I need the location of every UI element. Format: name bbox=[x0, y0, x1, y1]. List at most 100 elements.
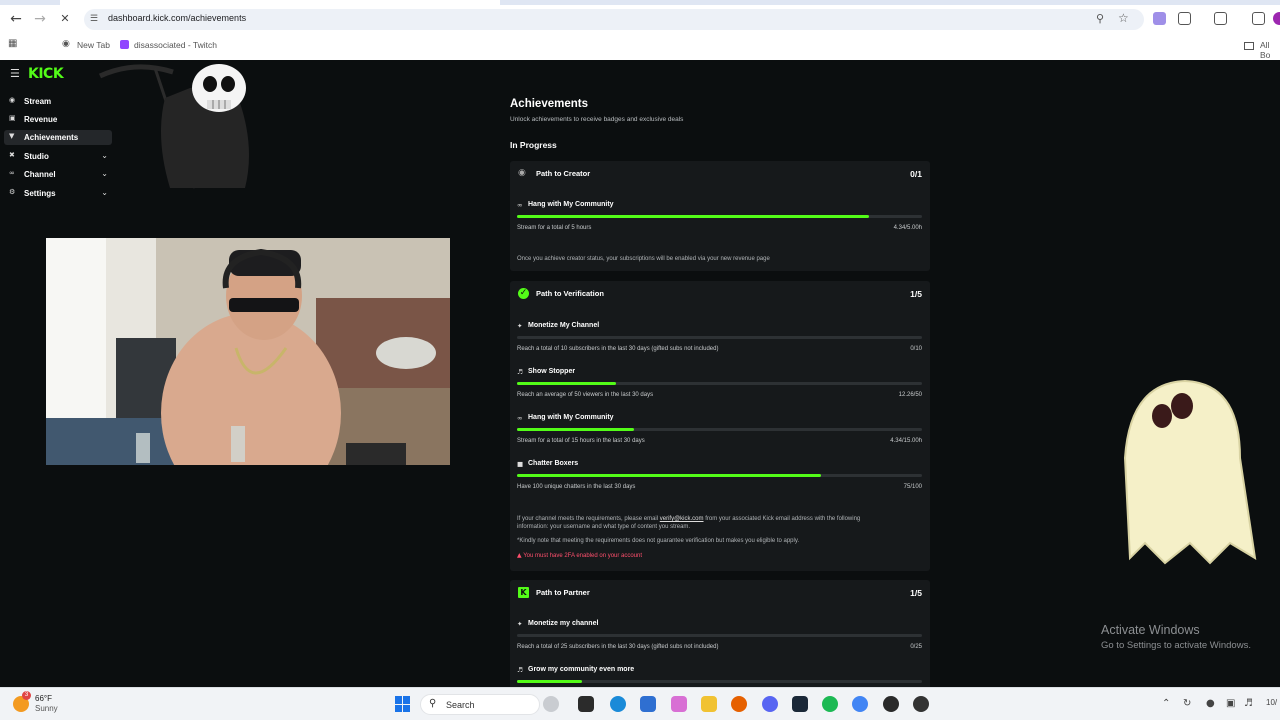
section-label-in-progress: In Progress bbox=[510, 140, 557, 150]
progress-fill bbox=[517, 215, 869, 218]
task-show-stopper: ♬ Show Stopper Reach an average of 50 vi… bbox=[517, 367, 922, 407]
back-icon[interactable]: ← bbox=[8, 11, 24, 27]
progress-track bbox=[517, 680, 922, 683]
task-view-icon[interactable] bbox=[578, 696, 594, 712]
channel-icon: ∞ bbox=[9, 169, 15, 177]
file-explorer-icon[interactable] bbox=[701, 696, 717, 712]
revenue-icon: ▣ bbox=[9, 114, 16, 122]
task-description: Stream for a total of 5 hours bbox=[517, 225, 592, 231]
steam-icon[interactable] bbox=[792, 696, 808, 712]
card-path-to-partner: K Path to Partner 1/5 ✦ Monetize my chan… bbox=[510, 580, 930, 687]
kick-logo[interactable]: KICK bbox=[28, 66, 64, 82]
task-value: 4.34/15.00h bbox=[890, 438, 922, 444]
sparkle-icon: ✦ bbox=[517, 322, 523, 330]
progress-track bbox=[517, 382, 922, 385]
bookmark-star-icon[interactable]: ☆ bbox=[1118, 11, 1129, 25]
verification-note-3: *Kindly note that meeting the requiremen… bbox=[517, 538, 800, 544]
task-hang-with-community: ∞ Hang with My Community Stream for a to… bbox=[517, 200, 922, 240]
progress-track bbox=[517, 428, 922, 431]
task-grow-community: ♬ Grow my community even more bbox=[517, 665, 922, 687]
viewers-icon: ♬ bbox=[517, 666, 523, 674]
sync-icon[interactable]: ↻ bbox=[1183, 698, 1191, 709]
extension-icon[interactable] bbox=[1153, 12, 1166, 25]
bookmark-twitch[interactable]: disassociated - Twitch bbox=[134, 40, 217, 50]
warning-triangle-icon: ▲ bbox=[517, 552, 522, 559]
weather-temperature[interactable]: 66°F bbox=[35, 694, 52, 703]
progress-fill bbox=[517, 474, 821, 477]
forward-icon[interactable]: → bbox=[32, 11, 48, 27]
menu-icon[interactable] bbox=[1252, 12, 1265, 25]
windows-taskbar: 3 66°F Sunny ⚲ Search ⌃ ↻ ● ▣ ♬ 10/ bbox=[0, 687, 1280, 720]
creator-note: Once you achieve creator status, your su… bbox=[517, 256, 770, 262]
watermark-line2: Go to Settings to activate Windows. bbox=[1101, 640, 1251, 651]
tray-chevron-up-icon[interactable]: ⌃ bbox=[1162, 698, 1170, 709]
community-icon: ∞ bbox=[517, 414, 523, 422]
all-bookmarks[interactable]: All Bo bbox=[1260, 40, 1280, 60]
note-text: from your associated Kick email address … bbox=[705, 516, 861, 522]
card-title: Path to Partner bbox=[536, 588, 590, 597]
ghost-overlay bbox=[1123, 379, 1257, 565]
card-header: ◉ Path to Creator 0/1 bbox=[510, 161, 930, 187]
start-button[interactable] bbox=[395, 696, 411, 712]
sidepanel-icon[interactable] bbox=[1214, 12, 1227, 25]
stop-loading-icon[interactable]: ✕ bbox=[57, 11, 73, 27]
trophy-icon: ▼ bbox=[9, 132, 15, 140]
community-icon: ∞ bbox=[517, 201, 523, 209]
task-monetize-channel: ✦ Monetize My Channel Reach a total of 1… bbox=[517, 321, 922, 361]
weather-condition[interactable]: Sunny bbox=[35, 704, 58, 713]
volume-icon[interactable]: ♬ bbox=[1244, 698, 1253, 709]
media-player-icon[interactable] bbox=[883, 696, 899, 712]
obs-icon[interactable] bbox=[913, 696, 929, 712]
clock-date[interactable]: 10/ bbox=[1266, 698, 1277, 707]
progress-track bbox=[517, 336, 922, 339]
task-name: Hang with My Community bbox=[528, 414, 614, 421]
microphone-icon[interactable]: ● bbox=[1206, 698, 1215, 709]
globe-icon: ◉ bbox=[62, 39, 70, 49]
store-icon[interactable] bbox=[640, 696, 656, 712]
edge-icon[interactable] bbox=[610, 696, 626, 712]
copilot-icon[interactable] bbox=[671, 696, 687, 712]
bookmark-new-tab[interactable]: New Tab bbox=[77, 40, 110, 50]
firefox-icon[interactable] bbox=[731, 696, 747, 712]
taskbar-search[interactable]: ⚲ Search bbox=[420, 694, 540, 715]
task-value: 0/25 bbox=[910, 644, 922, 650]
progress-fill bbox=[517, 382, 617, 385]
kick-dashboard: ☰ KICK ◉ Stream ▣ Revenue ▼ Achievements… bbox=[0, 60, 1280, 687]
spotify-icon[interactable] bbox=[822, 696, 838, 712]
progress-track bbox=[517, 474, 922, 477]
chrome-icon[interactable] bbox=[852, 696, 868, 712]
activate-windows-watermark: Activate Windows Go to Settings to activ… bbox=[1101, 623, 1251, 651]
task-name: Monetize My Channel bbox=[528, 322, 600, 329]
watermark-line1: Activate Windows bbox=[1101, 623, 1200, 637]
task-value: 12.26/50 bbox=[898, 392, 922, 398]
apps-grid-icon[interactable]: ▦ bbox=[8, 38, 17, 49]
kick-logo-icon: K bbox=[518, 587, 529, 598]
zoom-icon[interactable]: ⚲ bbox=[1096, 12, 1104, 25]
task-description: Have 100 unique chatters in the last 30 … bbox=[517, 484, 636, 490]
studio-icon: ✖ bbox=[9, 151, 15, 159]
profile-avatar[interactable] bbox=[1273, 12, 1280, 25]
discord-icon[interactable] bbox=[762, 696, 778, 712]
network-icon[interactable]: ▣ bbox=[1226, 698, 1235, 709]
bookmarks-bar: ▦ ◉ New Tab disassociated - Twitch All B… bbox=[0, 35, 1280, 60]
broadcast-icon: ◉ bbox=[9, 96, 16, 104]
address-bar[interactable]: ☰ dashboard.kick.com/achievements ⚲ ☆ bbox=[84, 9, 1144, 30]
verification-note-1: If your channel meets the requirements, … bbox=[517, 516, 860, 522]
card-header: K Path to Partner 1/5 bbox=[510, 580, 930, 606]
task-description: Stream for a total of 15 hours in the la… bbox=[517, 438, 645, 444]
task-name: Show Stopper bbox=[528, 368, 576, 375]
twofa-warning: ▲ You must have 2FA enabled on your acco… bbox=[517, 552, 642, 559]
app-icon-1[interactable] bbox=[543, 696, 559, 712]
site-info-icon[interactable]: ☰ bbox=[90, 13, 101, 24]
chat-bubble-icon: ■ bbox=[517, 460, 524, 468]
tab-strip bbox=[0, 0, 1280, 5]
task-name: Grow my community even more bbox=[528, 666, 635, 673]
task-value: 0/10 bbox=[910, 346, 922, 352]
verify-email-link[interactable]: verify@kick.com bbox=[660, 516, 704, 522]
card-count: 1/5 bbox=[910, 289, 922, 299]
extensions-puzzle-icon[interactable] bbox=[1178, 12, 1191, 25]
hamburger-menu-icon[interactable]: ☰ bbox=[10, 67, 20, 80]
sidebar-item-label: Studio bbox=[24, 152, 49, 161]
card-title: Path to Creator bbox=[536, 169, 591, 178]
url-text[interactable]: dashboard.kick.com/achievements bbox=[108, 13, 246, 23]
